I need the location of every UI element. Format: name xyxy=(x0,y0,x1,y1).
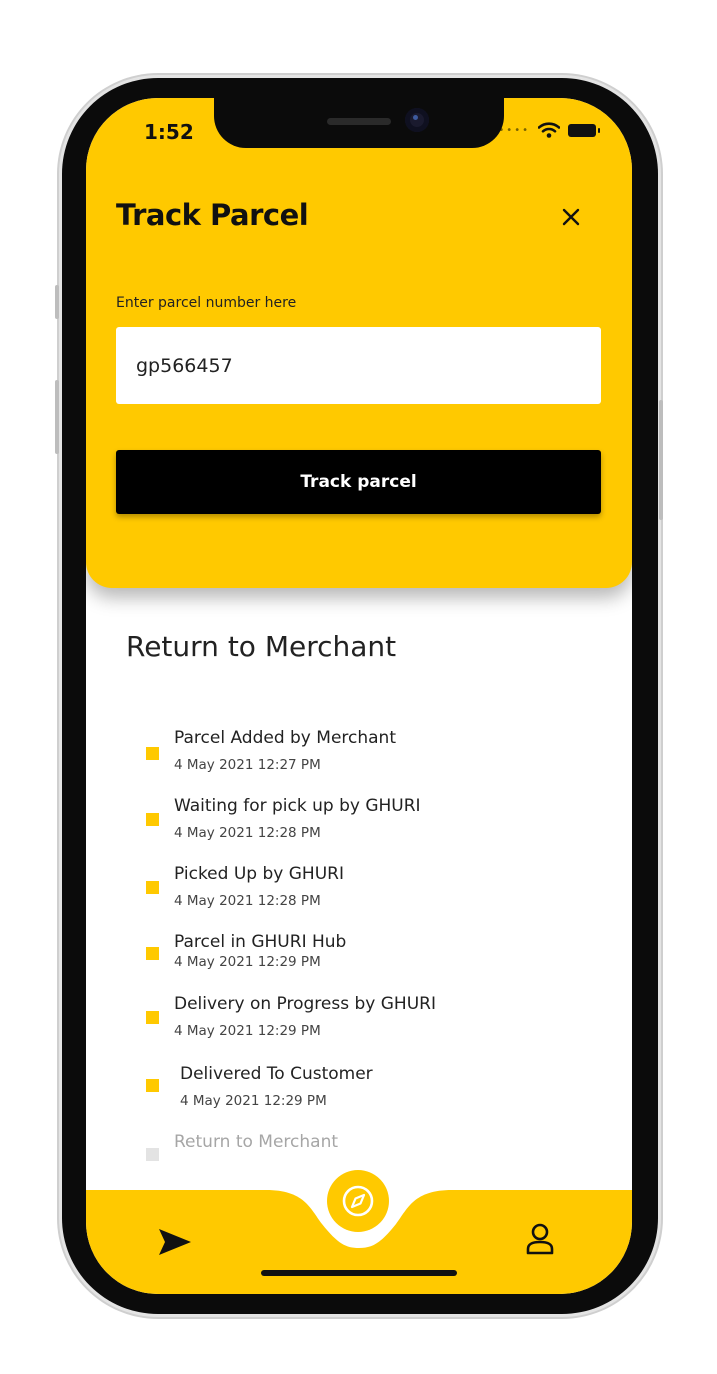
step-marker xyxy=(146,1079,159,1092)
step-marker xyxy=(146,947,159,960)
status-time: 1:52 xyxy=(144,120,194,144)
mute-switch xyxy=(55,285,59,319)
power-button xyxy=(659,400,663,520)
step-label: Return to Merchant xyxy=(174,1132,339,1152)
track-header: 1:52 •••• Track Parcel Enter parcel numb… xyxy=(86,98,632,588)
step-marker xyxy=(146,1148,159,1161)
step-time: 4 May 2021 12:27 PM xyxy=(174,757,321,773)
app-screen: 1:52 •••• Track Parcel Enter parcel numb… xyxy=(86,98,632,1294)
step-time: 4 May 2021 12:29 PM xyxy=(174,954,321,970)
track-parcel-button[interactable]: Track parcel xyxy=(116,450,601,514)
battery-icon xyxy=(568,123,600,137)
notch xyxy=(214,98,504,148)
step-time: 4 May 2021 12:29 PM xyxy=(174,1023,321,1039)
status-icons: •••• xyxy=(498,122,600,138)
speaker xyxy=(327,118,391,125)
explore-button[interactable] xyxy=(327,1170,389,1232)
profile-icon[interactable] xyxy=(524,1222,556,1256)
parcel-number-input[interactable] xyxy=(116,327,601,404)
step-time: 4 May 2021 12:29 PM xyxy=(180,1093,327,1109)
page-title: Track Parcel xyxy=(116,198,309,232)
send-icon[interactable] xyxy=(156,1226,194,1258)
step-marker xyxy=(146,747,159,760)
camera xyxy=(405,108,429,132)
step-label: Delivered To Customer xyxy=(180,1064,373,1084)
wifi-icon xyxy=(538,122,560,138)
signal-icon: •••• xyxy=(498,124,530,136)
step-time: 4 May 2021 12:28 PM xyxy=(174,825,321,841)
step-label: Parcel in GHURI Hub xyxy=(174,932,347,952)
home-indicator xyxy=(261,1270,457,1276)
step-marker xyxy=(146,1011,159,1024)
close-icon[interactable] xyxy=(556,202,586,232)
current-status-heading: Return to Merchant xyxy=(126,630,397,663)
step-label: Picked Up by GHURI xyxy=(174,864,344,884)
step-marker xyxy=(146,881,159,894)
step-label: Delivery on Progress by GHURI xyxy=(174,994,436,1014)
step-time: 4 May 2021 12:28 PM xyxy=(174,893,321,909)
step-marker xyxy=(146,813,159,826)
step-label: Waiting for pick up by GHURI xyxy=(174,796,421,816)
step-label: Parcel Added by Merchant xyxy=(174,728,396,748)
compass-icon xyxy=(342,1185,374,1217)
volume-up-button xyxy=(55,380,59,454)
parcel-number-label: Enter parcel number here xyxy=(116,295,297,311)
